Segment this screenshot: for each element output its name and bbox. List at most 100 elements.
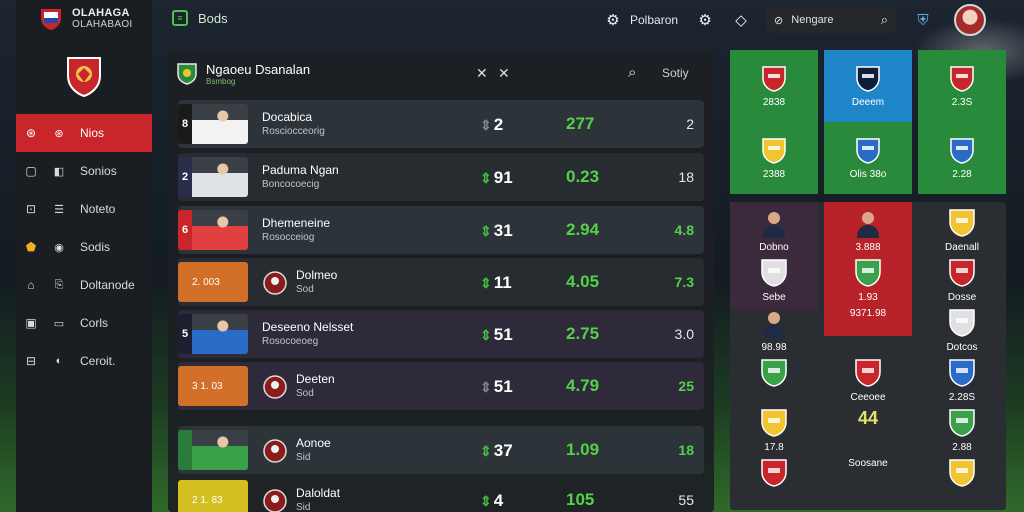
team-crest-icon (855, 259, 881, 287)
team-tile[interactable]: Olis 38o (824, 122, 912, 194)
row-name: Dolmeo (296, 268, 338, 282)
sidebar-item-ceroit[interactable]: ⊟ ◐ Ceroit. (16, 342, 152, 380)
sidebar-item-label: Nios (80, 126, 105, 140)
topbar-link[interactable]: Polbaron (630, 13, 678, 27)
dash-icon: ▭ (53, 317, 65, 330)
team-cell-label: Dotcos (946, 342, 978, 353)
team-cell[interactable]: 2.88 (918, 408, 1006, 453)
soccer-ball-icon: ⊛ (25, 126, 37, 140)
table-row[interactable]: 6 Dhemeneine Rosocceiog ⇕ 31 2.94 4.8 (178, 206, 704, 254)
sidebar-item-corls[interactable]: ▣ ▭ Corls (16, 304, 152, 342)
search-icon[interactable]: ⌕ (628, 64, 636, 81)
team-cell-label: Sebe (762, 292, 786, 303)
sidebar-item-label: Sonios (80, 164, 117, 178)
team-tile[interactable]: 2.3S (918, 50, 1006, 122)
search-box[interactable]: ⊘ Nengare ⌕ (766, 7, 897, 33)
trend-arrow-icon: ⇕ (480, 170, 492, 186)
team-cell[interactable]: Ceeoee (824, 358, 912, 403)
sort-label[interactable]: Sotiy (662, 66, 689, 80)
sidebar-item-sonios[interactable]: ▢ ◧ Sonios (16, 152, 152, 190)
trend-arrow-icon: ⇕ (480, 223, 492, 239)
brand[interactable]: OLAHAGA OLAHABAOI (38, 6, 133, 32)
row-stat-primary: ⇕ 4 (480, 491, 503, 511)
row-stat-secondary: 3.0 (674, 326, 694, 342)
row-stat-primary-value: 31 (493, 221, 513, 240)
team-cell-label: 3.888 (855, 242, 881, 253)
table-row[interactable]: 2 Paduma Ngan Boncocoecig ⇕ 91 0.23 18 (178, 153, 704, 201)
shield-check-icon[interactable]: ⛨ (912, 9, 934, 31)
team-crest-icon (263, 271, 287, 295)
row-thumbnail: 2. 003 (178, 262, 248, 302)
team-tile[interactable]: 2838 (730, 50, 818, 122)
row-index: 8 (181, 118, 189, 130)
team-cell[interactable]: Dotcos (918, 308, 1006, 353)
gear-icon[interactable]: ⚙ (602, 9, 624, 31)
team-cell[interactable]: 44 (824, 408, 912, 429)
row-name: Aonoe (296, 436, 331, 450)
sidebar-item-sodis[interactable]: ⬟ ◉ Sodis (16, 228, 152, 266)
team-cell-label: 9371.98 (849, 308, 887, 319)
sidebar-nav: ⊛ ⊛ Nios ▢ ◧ Sonios ⊡ ☰ Noteto ⬟ ◉ Sodis… (16, 114, 152, 380)
table-row[interactable]: 2 1. 83 Daloldat Sid ⇕ 4 105 55 (178, 476, 704, 512)
row-thumbnail: 2 1. 83 (178, 480, 248, 512)
team-cell[interactable]: Dobno (730, 208, 818, 253)
shield-icon: ⬟ (25, 240, 37, 254)
close-icon[interactable]: ✕ (476, 65, 488, 82)
team-cell[interactable]: 2.28S (918, 358, 1006, 403)
sidebar-item-noteto[interactable]: ⊡ ☰ Noteto (16, 190, 152, 228)
team-cell[interactable]: 17.8 (730, 408, 818, 453)
row-stat-rating: 1.09 (566, 440, 600, 459)
team-cell[interactable]: 1.93 (824, 258, 912, 303)
team-cell-label: Soosane (848, 458, 888, 469)
tag-icon[interactable]: ◇ (730, 9, 752, 31)
settings-icon[interactable]: ⚙ (694, 9, 716, 31)
page-title[interactable]: ≡ Bods (172, 10, 228, 26)
row-stat-rating: 105 (566, 490, 595, 509)
team-crest-icon (762, 137, 786, 164)
search-icon[interactable]: ⌕ (881, 12, 888, 28)
team-cell[interactable]: Sebe (730, 258, 818, 303)
row-stat-secondary: 55 (678, 492, 694, 508)
team-cell[interactable] (730, 458, 818, 492)
panel-title: Ngaoeu Dsanalan (206, 62, 311, 77)
table-row[interactable]: 8 Docabica Rosciocceorig ⇕ 2 277 2 (178, 100, 704, 148)
row-subtitle: Rosocoeoeg (262, 336, 319, 347)
table-row[interactable]: 3 1. 03 Deeten Sod ⇕ 51 4.79 25 (178, 362, 704, 410)
team-tile[interactable]: Deeem (824, 50, 912, 122)
table-row[interactable]: Aonoe Sid ⇕ 37 1.09 18 (178, 426, 704, 474)
table-row[interactable]: 5 Deseeno Nelsset Rosocoeoeg ⇕ 51 2.75 3.0 (178, 310, 704, 358)
trend-arrow-icon: ⇕ (480, 117, 492, 133)
bag-icon: ▢ (25, 164, 37, 178)
avatar[interactable] (954, 4, 987, 36)
team-cell[interactable] (918, 458, 1006, 492)
team-cell[interactable]: Soosane (824, 458, 912, 469)
team-cell[interactable] (730, 358, 818, 392)
team-crest-icon (761, 459, 787, 487)
table-row[interactable]: 2. 003 Dolmeo Sod ⇕ 11 4.05 7.3 (178, 258, 704, 306)
team-cell[interactable]: Dosse (918, 258, 1006, 303)
row-thumbnail: 3 1. 03 (178, 366, 248, 406)
team-cell[interactable]: Daenall (918, 208, 1006, 253)
team-cell[interactable]: 9371.98 (824, 308, 912, 319)
team-tile-label: 2838 (762, 96, 786, 108)
team-tile-label: 2388 (762, 168, 786, 180)
team-tile[interactable]: 2.28 (918, 122, 1006, 194)
team-tiles: 2838 Deeem 2.3S 2388 Olis 38o 2.28 (730, 50, 1006, 194)
team-crest-icon (949, 409, 975, 437)
row-thumbnail: 2 (178, 157, 248, 197)
row-subtitle: Boncocoecig (262, 179, 320, 190)
search-label: Nengare (791, 14, 834, 26)
team-crest-icon (263, 439, 287, 463)
row-name: Paduma Ngan (262, 163, 339, 177)
team-cell[interactable]: 3.888 (824, 208, 912, 253)
team-cell[interactable]: 98.98 (730, 308, 818, 353)
sidebar-item-doltanode[interactable]: ⌂ ⎘ Doltanode (16, 266, 152, 304)
team-tile[interactable]: 2388 (730, 122, 818, 194)
sidebar-item-nios[interactable]: ⊛ ⊛ Nios (16, 114, 152, 152)
file-icon: ⎘ (54, 278, 64, 291)
row-index: 2 (181, 171, 189, 183)
trend-arrow-icon: ⇕ (480, 275, 492, 291)
team-cell-label: Dobno (759, 242, 789, 253)
sidebar-item-label: Ceroit. (80, 354, 116, 368)
close-icon[interactable]: ✕ (498, 65, 510, 82)
